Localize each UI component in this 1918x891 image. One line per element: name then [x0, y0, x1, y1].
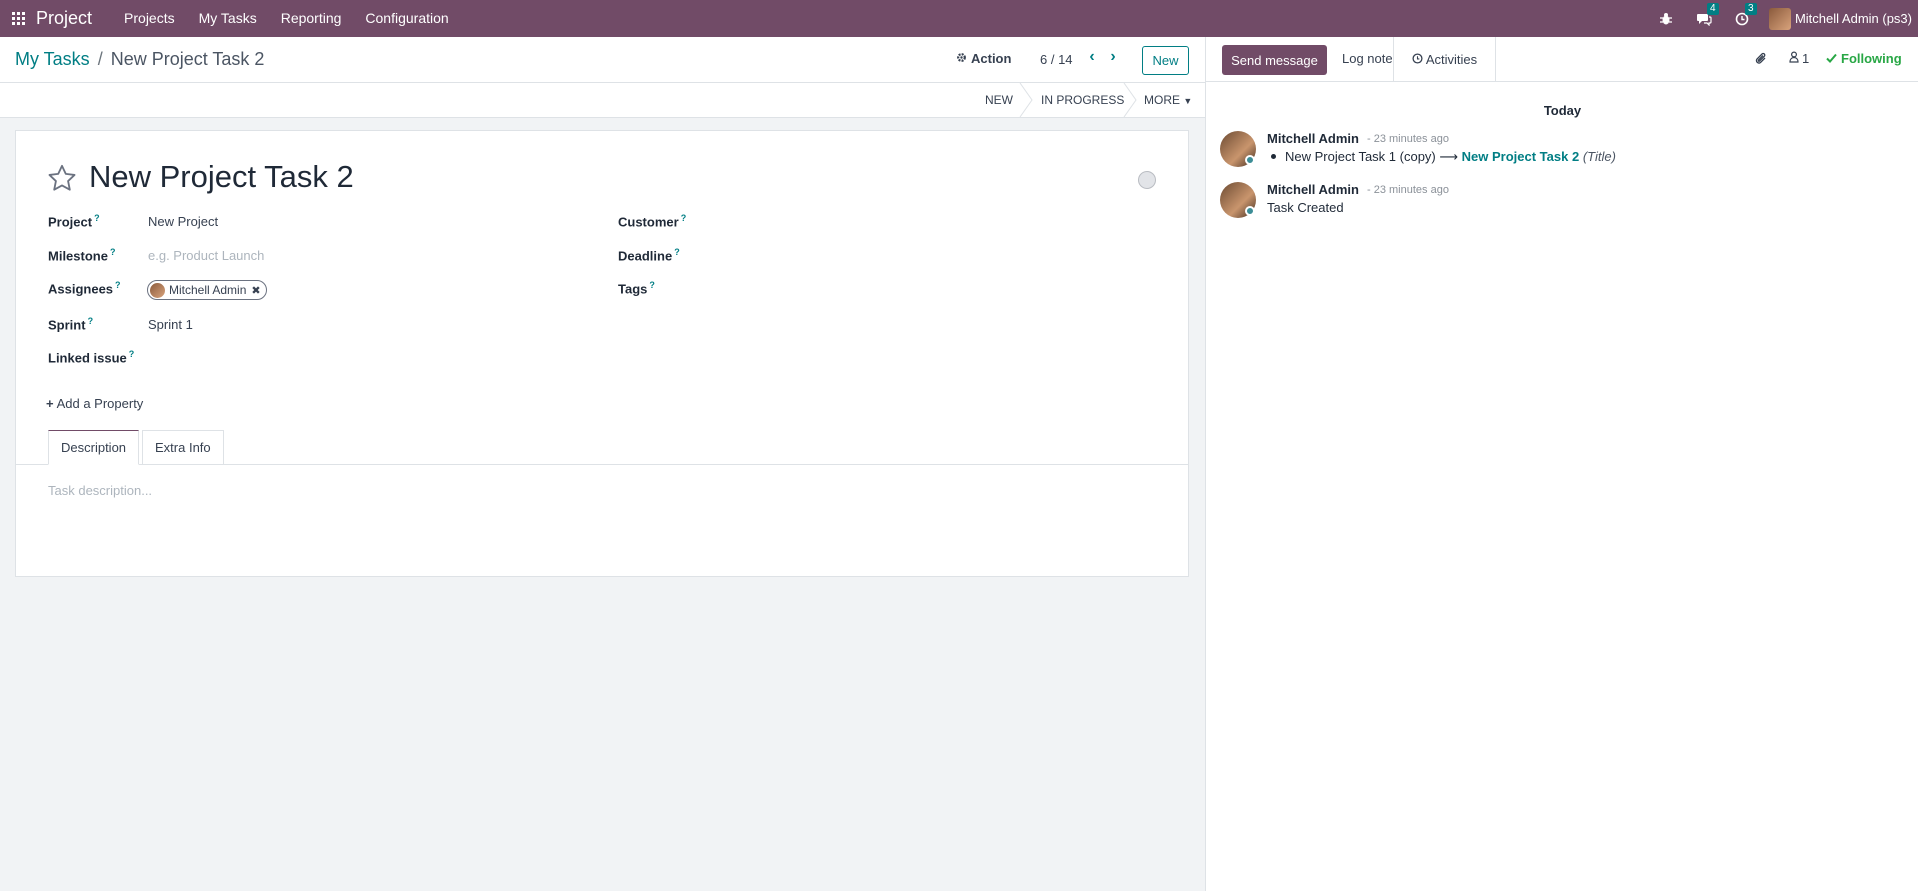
tags-label: Tags? [618, 280, 655, 297]
menu-configuration[interactable]: Configuration [353, 0, 460, 37]
add-property-button[interactable]: + Add a Property [46, 396, 143, 411]
arrow-icon: ⟶ [1439, 149, 1459, 164]
online-status-icon [1245, 155, 1255, 165]
old-value: New Project Task 1 (copy) [1285, 149, 1436, 164]
chatter-panel: Send message Log note Activities 1 Follo… [1205, 37, 1918, 891]
activities-button[interactable]: Activities [1393, 37, 1496, 82]
main-menu: Projects My Tasks Reporting Configuratio… [112, 0, 461, 37]
new-value: New Project Task 2 [1461, 149, 1580, 164]
statusbar: NEW IN PROGRESS MORE ▼ [0, 83, 1205, 118]
followers-count: 1 [1802, 51, 1810, 66]
new-button[interactable]: New [1142, 46, 1189, 75]
log-note-button[interactable]: Log note [1342, 51, 1393, 66]
followers-button[interactable]: 1 [1789, 51, 1809, 66]
user-name: Mitchell Admin (ps3) [1794, 11, 1912, 26]
message-time: - 23 minutes ago [1367, 184, 1449, 196]
tab-description[interactable]: Description [48, 430, 140, 465]
user-avatar [1768, 7, 1791, 30]
top-navbar: Project Projects My Tasks Reporting Conf… [0, 0, 1918, 37]
notebook-tabs: Description Extra Info [16, 430, 1188, 465]
bullet-icon [1271, 154, 1276, 160]
activities-clock-icon[interactable]: 3 [1733, 2, 1757, 28]
deadline-label: Deadline? [618, 247, 680, 264]
menu-my-tasks[interactable]: My Tasks [187, 0, 269, 37]
following-button[interactable]: Following [1826, 51, 1902, 66]
action-label: Action [971, 51, 1012, 66]
messages-icon[interactable]: 4 [1695, 2, 1719, 28]
clock-icon [1412, 52, 1423, 67]
pager-value[interactable]: 6 / 14 [1040, 52, 1073, 67]
message-author[interactable]: Mitchell Admin [1267, 131, 1359, 146]
user-menu[interactable]: Mitchell Admin (ps3) [1768, 7, 1912, 30]
tracking-value: New Project Task 1 (copy) ⟶ New Project … [1267, 149, 1616, 165]
menu-projects[interactable]: Projects [112, 0, 187, 37]
paperclip-icon[interactable] [1754, 51, 1768, 69]
activities-label: Activities [1425, 52, 1478, 67]
remove-tag-icon[interactable]: ✖ [251, 284, 260, 297]
assignee-avatar [150, 282, 165, 298]
stage-more-label: MORE [1144, 93, 1180, 107]
stage-more-dropdown[interactable]: MORE ▼ [1144, 83, 1192, 117]
project-label: Project? [48, 213, 100, 230]
assignee-tag[interactable]: Mitchell Admin ✖ [147, 280, 267, 300]
following-label: Following [1841, 51, 1902, 66]
caret-down-icon: ▼ [1183, 96, 1193, 106]
sprint-label: Sprint? [48, 316, 94, 333]
form-area: My Tasks / New Project Task 2 Action 6 /… [0, 37, 1205, 891]
message-body: Task Created [1267, 200, 1344, 215]
app-brand[interactable]: Project [36, 8, 92, 29]
breadcrumb-current: New Project Task 2 [110, 49, 265, 69]
messages-badge: 4 [1706, 2, 1719, 15]
milestone-field[interactable]: e.g. Product Launch [148, 248, 264, 263]
kanban-state-icon[interactable] [1138, 171, 1156, 189]
milestone-label: Milestone? [48, 247, 116, 264]
apps-menu-icon[interactable] [0, 0, 36, 37]
menu-reporting[interactable]: Reporting [269, 0, 354, 37]
breadcrumb: My Tasks / New Project Task 2 [15, 49, 264, 70]
sprint-field[interactable]: Sprint 1 [148, 317, 193, 332]
stage-chevron-icon [1123, 83, 1137, 117]
assignee-name: Mitchell Admin [169, 283, 247, 297]
pager-previous-icon[interactable]: ‹ [1083, 48, 1101, 66]
activities-badge: 3 [1744, 2, 1757, 15]
stage-in-progress[interactable]: IN PROGRESS [1041, 83, 1124, 117]
online-status-icon [1245, 206, 1255, 216]
task-title-input[interactable]: New Project Task 2 [89, 159, 354, 195]
action-button[interactable]: Action [956, 51, 1011, 66]
tracked-field-name: (Title) [1582, 149, 1616, 164]
systray: 4 3 Mitchell Admin (ps3) [1647, 0, 1918, 37]
assignees-label: Assignees? [48, 280, 121, 297]
send-message-button[interactable]: Send message [1222, 45, 1327, 75]
breadcrumb-my-tasks[interactable]: My Tasks [15, 49, 90, 70]
customer-label: Customer? [618, 213, 687, 230]
bug-icon[interactable] [1657, 10, 1675, 28]
gear-icon [956, 51, 967, 66]
pager-next-icon[interactable]: › [1104, 48, 1122, 66]
check-icon [1826, 51, 1837, 66]
date-separator: Today [1543, 103, 1582, 118]
stage-chevron-icon [1019, 83, 1033, 117]
message-author[interactable]: Mitchell Admin [1267, 182, 1359, 197]
form-sheet: New Project Task 2 Project? New Project … [15, 130, 1189, 577]
breadcrumb-separator: / [97, 49, 103, 69]
description-editor[interactable]: Task description... [48, 483, 152, 498]
chatter-message: Mitchell Admin - 23 minutes ago Task Cre… [1220, 182, 1910, 222]
plus-icon: + [46, 396, 54, 411]
tab-extra-info[interactable]: Extra Info [142, 430, 224, 465]
user-icon [1789, 51, 1799, 66]
control-panel: My Tasks / New Project Task 2 Action 6 /… [0, 37, 1205, 83]
project-field[interactable]: New Project [148, 214, 218, 229]
chatter-message: Mitchell Admin - 23 minutes ago New Proj… [1220, 131, 1910, 171]
stage-new[interactable]: NEW [985, 83, 1013, 117]
priority-star-icon[interactable] [47, 164, 77, 195]
linked-issue-label: Linked issue? [48, 349, 135, 366]
message-time: - 23 minutes ago [1367, 133, 1449, 145]
chatter-topbar: Send message Log note Activities 1 Follo… [1206, 37, 1918, 82]
add-property-label: Add a Property [56, 396, 144, 411]
